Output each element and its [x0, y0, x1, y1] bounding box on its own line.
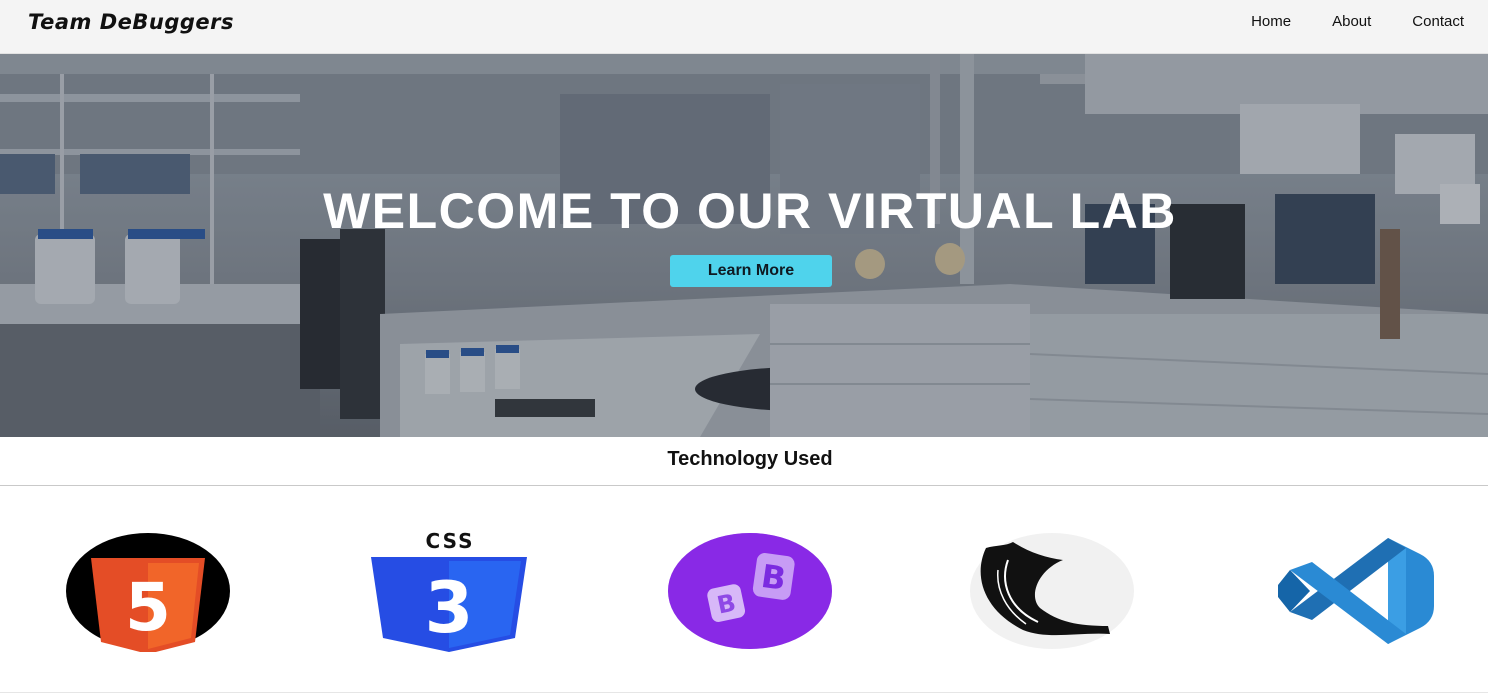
hero-section: WELCOME TO OUR VIRTUAL LAB Learn More — [0, 54, 1488, 437]
nav-link-contact[interactable]: Contact — [1412, 13, 1464, 30]
flask-icon — [970, 533, 1134, 649]
css3-badge-text: CSS — [426, 530, 475, 553]
hero-title: WELCOME TO OUR VIRTUAL LAB — [323, 183, 1177, 239]
html5-icon: 5 — [66, 533, 230, 652]
vscode-icon — [1278, 538, 1434, 644]
technology-used-heading: Technology Used — [667, 448, 833, 470]
html5-badge-text: 5 — [125, 569, 171, 646]
css3-icon: CSS 3 — [371, 530, 527, 652]
page-bottom-border — [0, 692, 1488, 693]
brand-logo[interactable]: Team DeBuggers — [28, 10, 234, 34]
nav-link-about[interactable]: About — [1332, 13, 1371, 30]
hero-lab-background-image — [0, 54, 1488, 437]
nav-link-home[interactable]: Home — [1251, 13, 1291, 30]
navbar: Team DeBuggers Home About Contact — [0, 0, 1488, 54]
learn-more-button[interactable]: Learn More — [670, 255, 832, 287]
css3-numeral: 3 — [425, 567, 474, 649]
bootstrap-badge-b: B — [759, 557, 788, 598]
nav-links: Home About Contact — [1251, 13, 1464, 30]
bootstrap-icon: B B — [668, 533, 832, 649]
section-divider — [0, 485, 1488, 486]
